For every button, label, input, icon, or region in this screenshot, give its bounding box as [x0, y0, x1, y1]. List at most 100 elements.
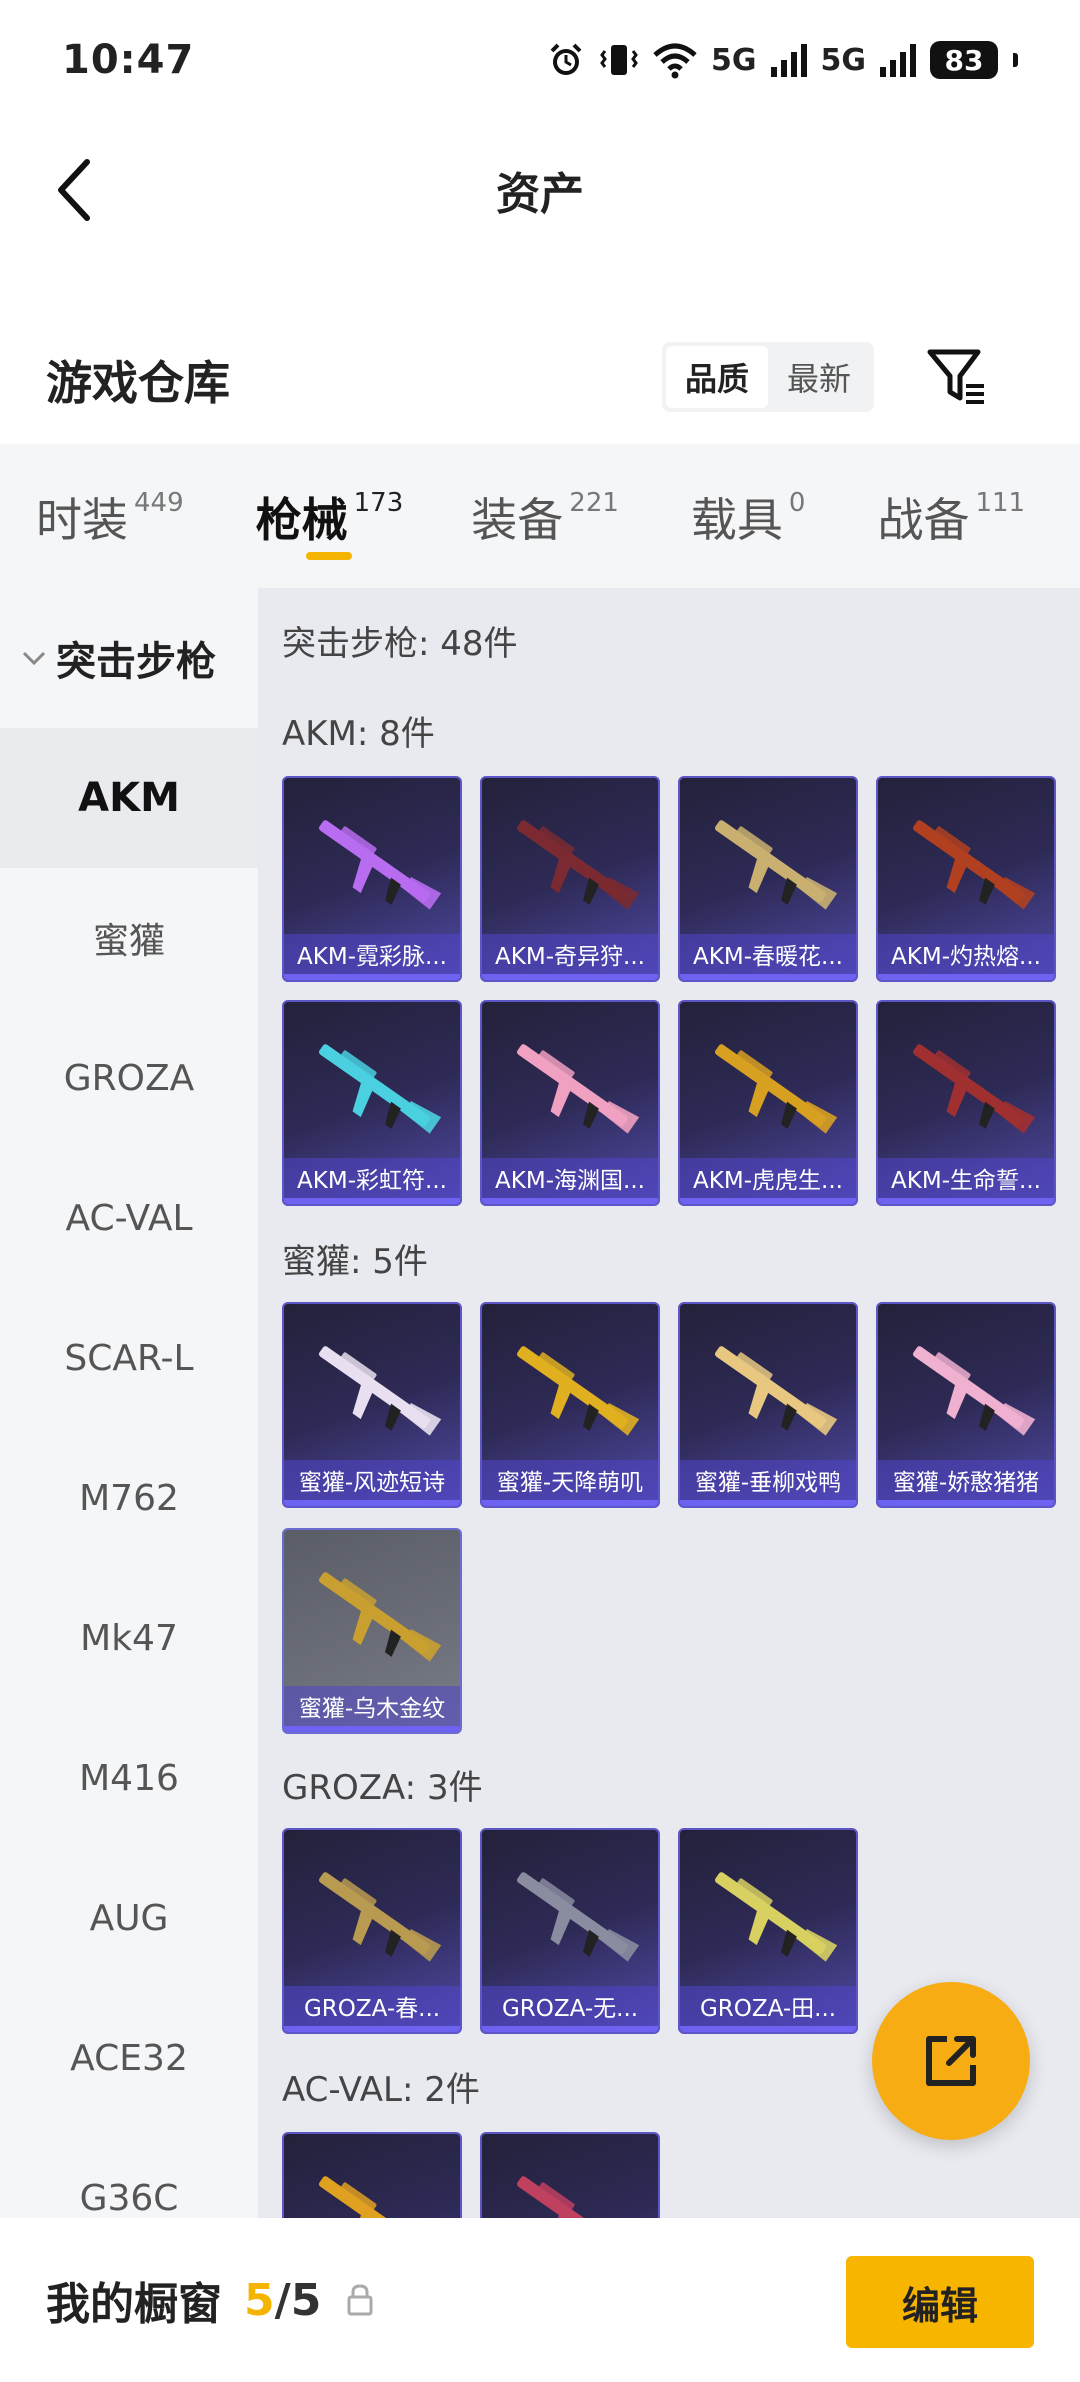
skin-card[interactable] [282, 2132, 462, 2218]
tab-label: 载具 [690, 493, 783, 547]
back-button[interactable] [40, 150, 110, 230]
group-title-ac-val: AC-VAL: 2件 [282, 2070, 480, 2110]
skin-card[interactable]: AKM-奇异狩... [480, 776, 660, 982]
tab-label: 枪械 [255, 493, 348, 547]
skin-card[interactable]: AKM-灼热熔... [876, 776, 1056, 982]
filter-button[interactable] [924, 344, 988, 408]
card-bar [482, 2026, 658, 2032]
tab-count: 0 [788, 488, 806, 518]
filter-icon [927, 349, 984, 404]
weapon-icon [517, 1346, 640, 1436]
tab-count: 111 [975, 488, 1026, 518]
skin-card[interactable]: AKM-霓彩脉... [282, 776, 462, 982]
status-time: 10:47 [62, 37, 195, 83]
sidebar-item-aug[interactable]: AUG [0, 1848, 258, 1988]
tab-count: 221 [569, 488, 619, 518]
skin-card[interactable]: GROZA-无... [480, 1828, 660, 2034]
lock-icon [347, 2284, 373, 2316]
skin-card[interactable]: GROZA-春... [282, 1828, 462, 2034]
network-label-2: 5G [820, 42, 867, 78]
weapon-icon [913, 820, 1036, 910]
weapon-icon [715, 1346, 838, 1436]
vibrate-icon [600, 45, 638, 75]
network-label-1: 5G [711, 42, 757, 78]
skin-card[interactable]: AKM-彩虹符... [282, 1000, 462, 1206]
card-bar [284, 974, 460, 980]
weapon-icon [319, 1044, 442, 1134]
skin-card-name: AKM-霓彩脉... [284, 934, 460, 974]
chevron-down-icon [22, 651, 46, 666]
tab-guns[interactable]: 枪械 173 [255, 444, 404, 588]
weapon-icon [913, 1346, 1036, 1436]
card-bar [482, 1500, 658, 1506]
group-title-honey-badger: 蜜獾: 5件 [282, 1242, 428, 1282]
tab-label: 装备 [471, 493, 564, 547]
warehouse-title: 游戏仓库 [46, 356, 230, 410]
card-bar [878, 1500, 1054, 1506]
weapon-content: 突击步枪: 48件 AKM: 8件 AKM-霓彩脉... AKM-奇异狩... … [258, 588, 1080, 2218]
tab-fashion[interactable]: 时装 449 [36, 444, 184, 588]
card-bar [878, 974, 1054, 980]
card-bar [680, 1500, 856, 1506]
skin-card[interactable]: 蜜獾-天降萌叽 [480, 1302, 660, 1508]
tab-active-indicator [305, 552, 352, 560]
sidebar-item-scar-l[interactable]: SCAR-L [0, 1288, 258, 1428]
skin-card[interactable]: AKM-海渊国... [480, 1000, 660, 1206]
showcase-total: /5 [274, 2274, 322, 2326]
share-button[interactable] [872, 1982, 1030, 2140]
weapon-icon [319, 820, 442, 910]
sidebar-item-ac-val[interactable]: AC-VAL [0, 1148, 258, 1288]
sidebar-item-g36c[interactable]: G36C [0, 2128, 258, 2219]
sidebar-category-assault-rifle[interactable]: 突击步枪 [0, 588, 258, 728]
tab-supplies[interactable]: 战备 111 [877, 444, 1025, 588]
share-icon [926, 2036, 976, 2086]
skin-card[interactable]: AKM-春暖花... [678, 776, 858, 982]
weapon-icon [319, 2176, 431, 2218]
weapon-icon [715, 1872, 838, 1962]
sidebar-item-honey-badger[interactable]: 蜜獾 [0, 868, 258, 1008]
sidebar-item-mk47[interactable]: Mk47 [0, 1568, 258, 1708]
status-bar: 10:47 5G 5G 83 [0, 0, 1080, 120]
tab-equipment[interactable]: 装备 221 [471, 444, 619, 588]
weapon-icon [517, 1044, 640, 1134]
card-bar [482, 1198, 658, 1204]
card-bar [878, 1198, 1054, 1204]
skin-card-name: 蜜獾-娇憨猪猪 [878, 1460, 1054, 1500]
weapon-sidebar: 突击步枪 AKM 蜜獾 GROZA AC-VAL SCAR-L M762 Mk4… [0, 588, 258, 2218]
sidebar-item-groza[interactable]: GROZA [0, 1008, 258, 1148]
wifi-icon [653, 43, 697, 79]
battery-tip [1013, 53, 1018, 67]
sidebar-item-ace32[interactable]: ACE32 [0, 1988, 258, 2128]
skin-card-name: AKM-奇异狩... [482, 934, 658, 974]
skin-card[interactable]: 蜜獾-垂柳戏鸭 [678, 1302, 858, 1508]
sort-latest-button[interactable]: 最新 [768, 346, 870, 408]
skin-card-name: GROZA-无... [482, 1986, 658, 2026]
skin-card[interactable]: 蜜獾-风迹短诗 [282, 1302, 462, 1508]
skin-card[interactable]: 蜜獾-娇憨猪猪 [876, 1302, 1056, 1508]
signal-icon [770, 44, 807, 77]
showcase-bar: 我的橱窗 5/5 编辑 [0, 2218, 1080, 2382]
skin-card-name: AKM-虎虎生... [680, 1158, 856, 1198]
tab-vehicles[interactable]: 载具 0 [691, 444, 806, 588]
weapon-icon [319, 1872, 442, 1962]
edit-button[interactable]: 编辑 [846, 2256, 1034, 2348]
sort-quality-button[interactable]: 品质 [666, 346, 768, 408]
skin-card[interactable] [480, 2132, 660, 2218]
skin-card[interactable]: AKM-生命誓... [876, 1000, 1056, 1206]
tab-count: 449 [134, 488, 184, 518]
skin-card-name: 蜜獾-垂柳戏鸭 [680, 1460, 856, 1500]
sidebar-item-m416[interactable]: M416 [0, 1708, 258, 1848]
tab-count: 173 [353, 488, 404, 518]
skin-card-name: AKM-彩虹符... [284, 1158, 460, 1198]
weapon-icon [517, 2176, 629, 2218]
sidebar-item-m762[interactable]: M762 [0, 1428, 258, 1568]
skin-card[interactable]: AKM-虎虎生... [678, 1000, 858, 1206]
skin-card-name: AKM-灼热熔... [878, 934, 1054, 974]
skin-card[interactable]: GROZA-田... [678, 1828, 858, 2034]
weapon-icon [517, 820, 640, 910]
card-bar [680, 1198, 856, 1204]
category-summary: 突击步枪: 48件 [282, 624, 518, 664]
skin-card[interactable]: 蜜獾-乌木金纹 [282, 1528, 462, 1734]
sidebar-item-akm[interactable]: AKM [0, 728, 258, 868]
category-tabs: 时装 449 枪械 173 装备 221 载具 0 战备 111 [0, 444, 1080, 588]
